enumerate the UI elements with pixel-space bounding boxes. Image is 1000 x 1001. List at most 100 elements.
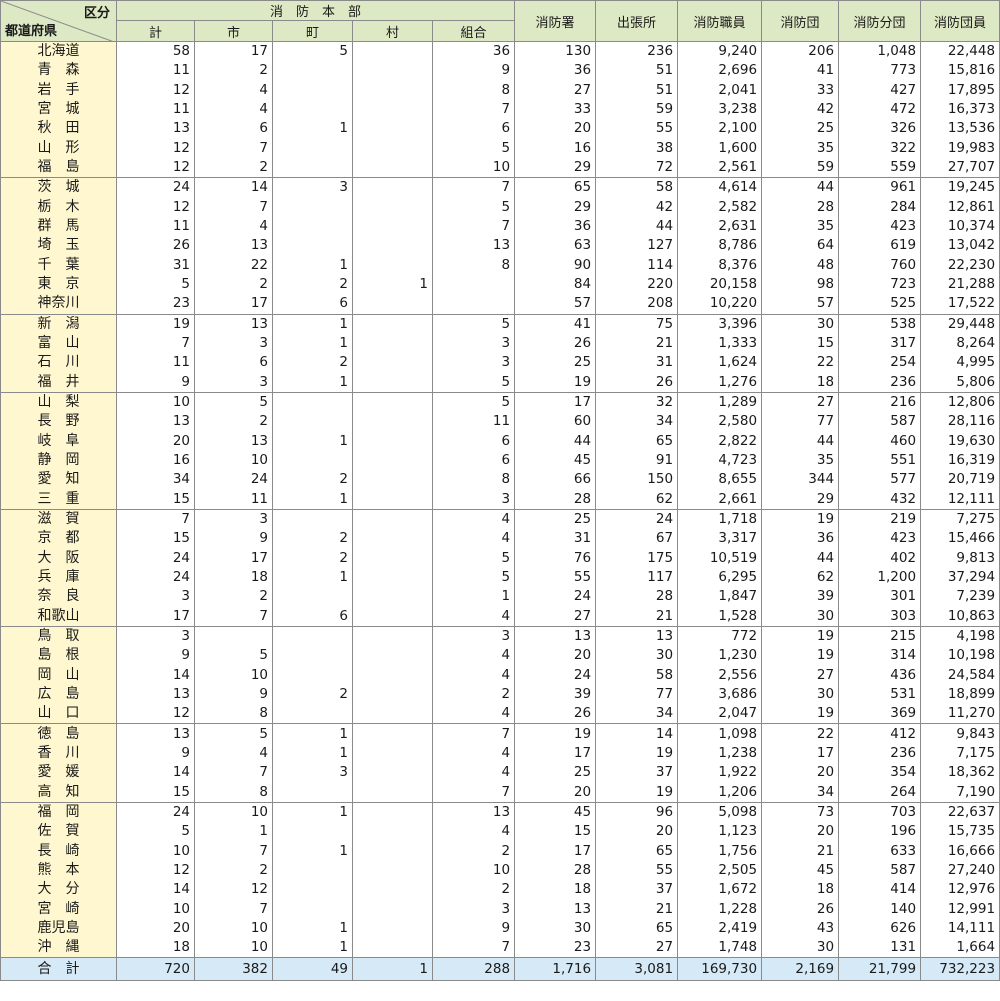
value-cell	[272, 508, 353, 530]
value-cell: 4	[194, 216, 273, 237]
value-cell: 42	[761, 99, 840, 120]
value-cell: 7	[194, 841, 273, 861]
value-cell: 27	[514, 606, 597, 627]
value-cell: 28	[595, 587, 679, 607]
value-cell: 2	[272, 548, 353, 568]
value-cell: 169,730	[677, 957, 763, 982]
value-cell: 150	[595, 470, 679, 490]
table-row: 岩 手 12 4 8 27 51 2,041 33 427 17,895	[0, 80, 1000, 100]
value-cell: 11	[116, 353, 195, 373]
value-cell: 12,976	[920, 880, 1000, 900]
value-cell: 12,806	[920, 391, 1000, 413]
value-cell	[272, 99, 353, 120]
value-cell: 1,289	[677, 391, 763, 413]
table-row: 群 馬 11 4 7 36 44 2,631 35 423 10,374	[0, 216, 1000, 237]
value-cell: 13	[194, 313, 273, 334]
value-cell: 29	[514, 197, 597, 217]
value-cell: 18	[761, 372, 840, 393]
value-cell: 34	[761, 782, 840, 803]
value-cell: 206	[761, 41, 840, 62]
value-cell: 12	[116, 138, 195, 158]
value-cell: 17	[514, 391, 597, 413]
table-row: 熊 本 12 2 10 28 55 2,505 45 587 27,240	[0, 860, 1000, 881]
value-cell	[272, 899, 353, 919]
value-cell: 9,813	[920, 548, 1000, 568]
value-cell: 961	[838, 177, 922, 198]
value-cell: 17	[514, 841, 597, 861]
table-row: 和歌山 17 7 6 4 27 21 1,528 30 303 10,863	[0, 606, 1000, 627]
prefecture-cell: 愛 知	[0, 470, 117, 490]
value-cell	[352, 119, 433, 139]
value-cell: 26	[116, 236, 195, 256]
value-cell: 31	[595, 353, 679, 373]
value-cell: 39	[761, 587, 840, 607]
value-cell: 55	[595, 119, 679, 139]
value-cell: 8,786	[677, 236, 763, 256]
value-cell: 84	[514, 274, 597, 295]
value-cell: 9	[194, 529, 273, 549]
value-cell: 2,041	[677, 80, 763, 100]
value-cell: 2	[431, 880, 516, 900]
value-cell	[352, 236, 433, 256]
value-cell: 19	[595, 782, 679, 803]
value-cell: 414	[838, 880, 922, 900]
prefecture-cell: 徳 島	[0, 723, 117, 744]
value-cell: 25	[514, 508, 597, 530]
value-cell: 60	[514, 412, 597, 432]
value-cell: 3,081	[595, 957, 679, 982]
value-cell: 21	[595, 333, 679, 354]
value-cell: 236	[595, 41, 679, 62]
value-cell: 3	[194, 508, 273, 530]
value-cell: 19,630	[920, 431, 1000, 451]
value-cell: 117	[595, 567, 679, 588]
value-cell: 4	[194, 80, 273, 100]
value-cell	[352, 665, 433, 685]
value-cell: 2,822	[677, 431, 763, 451]
value-cell	[352, 548, 433, 568]
value-cell: 18	[761, 880, 840, 900]
value-cell: 1,206	[677, 782, 763, 803]
value-cell: 6	[431, 450, 516, 471]
value-cell: 58	[116, 41, 195, 62]
value-cell: 402	[838, 548, 922, 568]
value-cell: 41	[761, 61, 840, 81]
value-cell	[272, 80, 353, 100]
value-cell: 15	[116, 529, 195, 549]
value-cell: 369	[838, 704, 922, 724]
value-cell	[352, 450, 433, 471]
value-cell: 26	[514, 333, 597, 354]
value-cell	[352, 743, 433, 764]
value-cell: 4	[431, 665, 516, 685]
value-cell	[352, 470, 433, 490]
prefecture-cell: 神奈川	[0, 294, 117, 315]
value-cell: 354	[838, 763, 922, 783]
value-cell: 3	[431, 489, 516, 510]
value-cell: 30	[761, 313, 840, 334]
value-cell: 24	[116, 548, 195, 568]
value-cell: 1,847	[677, 587, 763, 607]
value-cell: 7	[431, 216, 516, 237]
prefecture-cell: 宮 城	[0, 99, 117, 120]
value-cell: 7,190	[920, 782, 1000, 803]
value-cell: 77	[761, 412, 840, 432]
value-cell: 10,220	[677, 294, 763, 315]
value-cell	[272, 236, 353, 256]
value-cell: 24,584	[920, 665, 1000, 685]
prefecture-cell: 三 重	[0, 489, 117, 510]
value-cell	[352, 684, 433, 705]
header-sub-town: 町	[272, 20, 353, 42]
value-cell: 1,922	[677, 763, 763, 783]
value-cell: 34	[116, 470, 195, 490]
prefecture-cell: 新 潟	[0, 313, 117, 334]
value-cell: 49	[272, 957, 353, 982]
value-cell: 29,448	[920, 313, 1000, 334]
value-cell	[352, 646, 433, 666]
value-cell: 1	[272, 313, 353, 334]
value-cell	[352, 625, 433, 647]
value-cell: 14	[595, 723, 679, 744]
value-cell	[352, 391, 433, 413]
value-cell: 63	[514, 236, 597, 256]
value-cell: 10,374	[920, 216, 1000, 237]
value-cell	[352, 938, 433, 958]
value-cell	[352, 157, 433, 178]
